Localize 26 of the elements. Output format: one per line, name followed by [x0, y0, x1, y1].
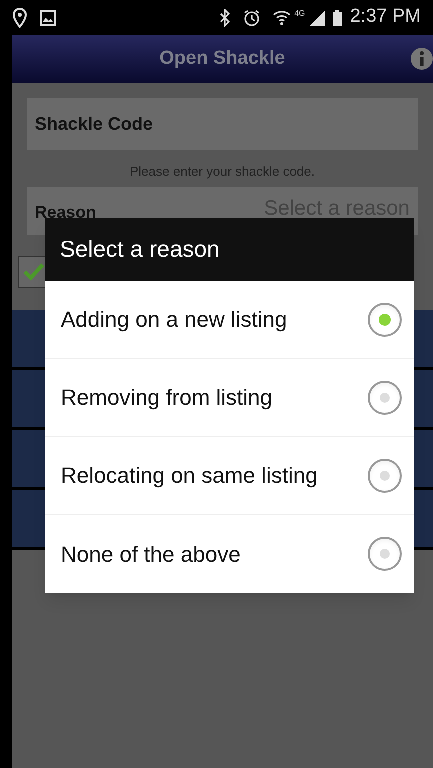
location-pin-icon: [12, 8, 28, 28]
radio-button[interactable]: [368, 537, 402, 571]
dialog-title: Select a reason: [60, 235, 220, 264]
reason-option[interactable]: Adding on a new listing: [45, 281, 414, 359]
reason-option[interactable]: None of the above: [45, 515, 414, 593]
status-time: 2:37 PM: [350, 5, 421, 30]
option-label: Removing from listing: [61, 384, 274, 412]
radio-button[interactable]: [368, 302, 402, 336]
reason-option[interactable]: Removing from listing: [45, 359, 414, 437]
info-icon[interactable]: [411, 48, 433, 70]
battery-icon: [333, 10, 342, 26]
radio-button[interactable]: [368, 458, 402, 492]
image-icon: [40, 10, 56, 26]
option-label: Adding on a new listing: [61, 306, 288, 334]
network-type: 4G: [294, 8, 306, 20]
bluetooth-icon: [218, 8, 231, 26]
signal-icon: [309, 10, 326, 26]
checkmark-icon: [23, 263, 45, 281]
radio-button[interactable]: [368, 380, 402, 414]
reason-option[interactable]: Relocating on same listing: [45, 437, 414, 515]
wifi-icon: [272, 8, 291, 26]
screen-title: Open Shackle: [160, 46, 286, 71]
alarm-clock-icon: [242, 8, 261, 26]
shackle-code-field[interactable]: Shackle Code: [27, 98, 418, 150]
option-label: None of the above: [61, 540, 242, 568]
option-label: Relocating on same listing: [61, 462, 319, 490]
